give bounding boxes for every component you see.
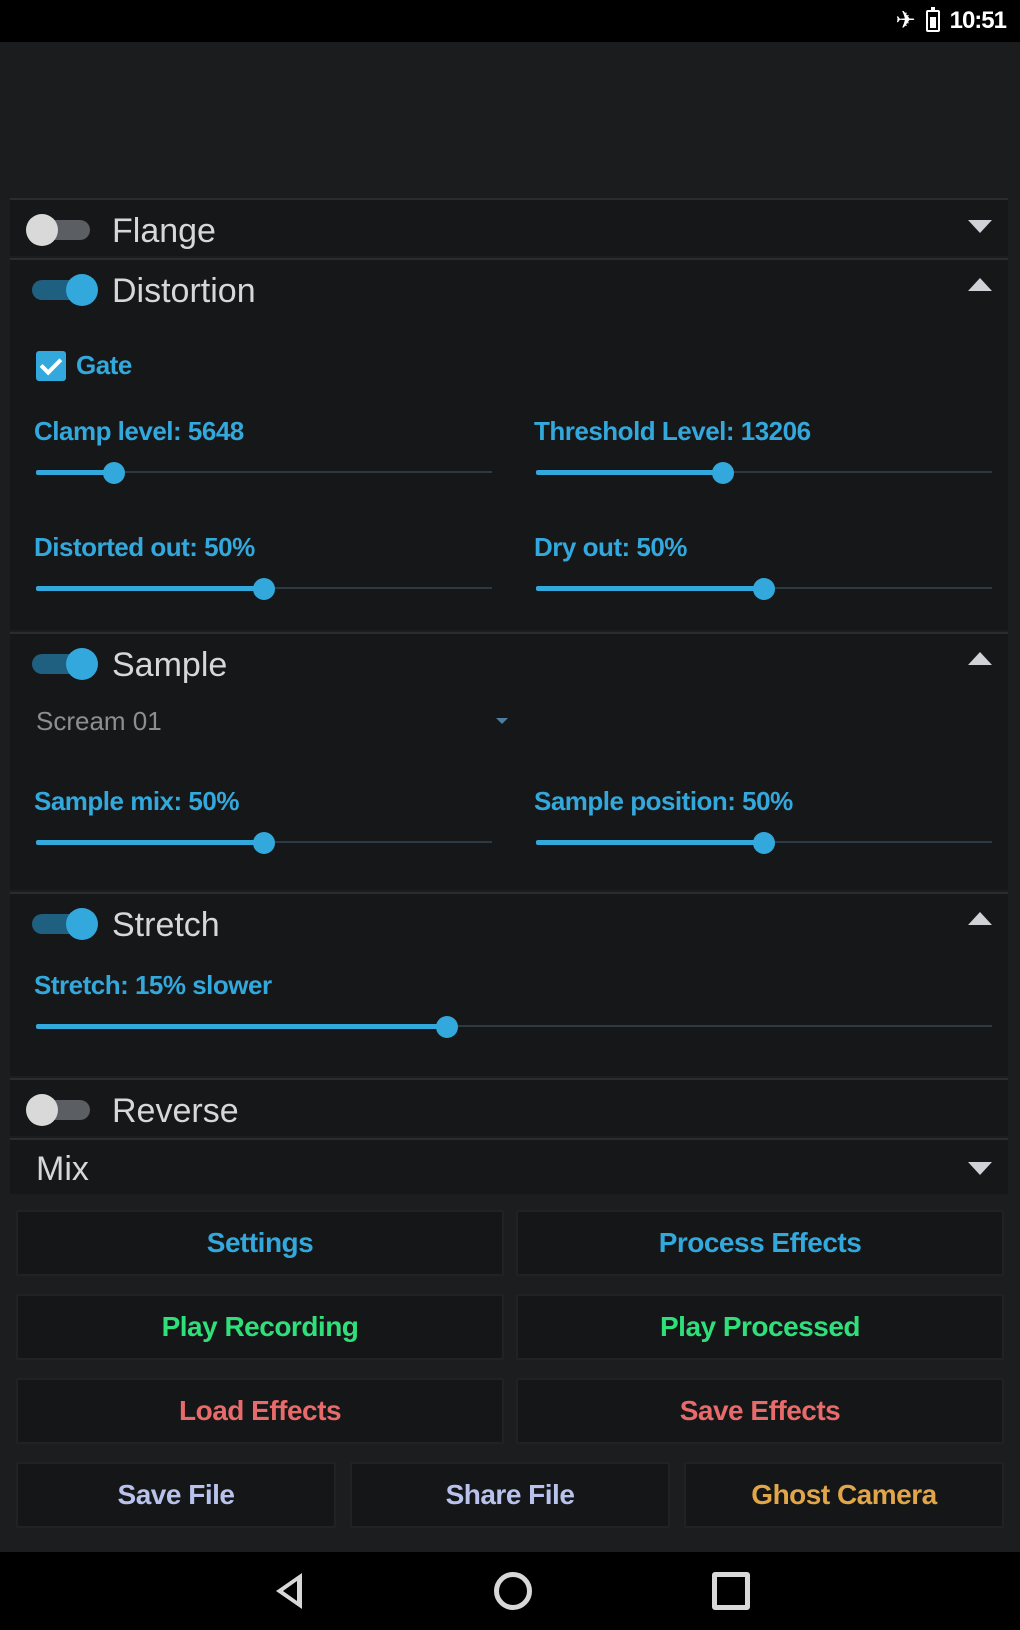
top-area (0, 42, 1020, 200)
save-file-button[interactable]: Save File (16, 1462, 336, 1528)
play-recording-button[interactable]: Play Recording (16, 1294, 504, 1360)
mix-dropdown[interactable]: Mix (10, 1138, 1008, 1194)
clamp-level-slider[interactable] (36, 462, 492, 484)
stretch-panel: Stretch Stretch: 15% slower (10, 892, 1008, 1076)
chevron-up-icon[interactable] (968, 278, 992, 291)
sample-toggle[interactable] (26, 648, 98, 680)
slider-knob[interactable] (711, 462, 734, 484)
status-bar: ✈ 10:51 (0, 0, 1020, 42)
flange-title: Flange (112, 212, 216, 250)
load-effects-button[interactable]: Load Effects (16, 1378, 504, 1444)
stretch-header[interactable]: Stretch (10, 894, 1008, 950)
gate-label: Gate (76, 350, 132, 380)
play-processed-button[interactable]: Play Processed (516, 1294, 1004, 1360)
dry-out-slider[interactable] (536, 578, 992, 600)
stretch-title: Stretch (112, 906, 220, 944)
reverse-title: Reverse (112, 1092, 239, 1130)
distorted-out-label: Distorted out: 50% (34, 532, 255, 562)
slider-fill (36, 1024, 448, 1029)
sample-mix-label: Sample mix: 50% (34, 786, 239, 816)
settings-button[interactable]: Settings (16, 1210, 504, 1276)
reverse-header[interactable]: Reverse (10, 1080, 1008, 1136)
ghost-camera-button[interactable]: Ghost Camera (684, 1462, 1004, 1528)
reverse-panel: Reverse (10, 1078, 1008, 1136)
slider-fill (536, 586, 764, 591)
stretch-slider[interactable] (36, 1016, 992, 1038)
sample-position-label: Sample position: 50% (534, 786, 793, 816)
threshold-level-label: Threshold Level: 13206 (534, 416, 811, 446)
share-file-button[interactable]: Share File (350, 1462, 670, 1528)
distorted-out-slider[interactable] (36, 578, 492, 600)
status-icons: ✈ 10:51 (896, 6, 1007, 35)
chevron-down-icon[interactable] (968, 1162, 992, 1175)
slider-knob[interactable] (436, 1016, 459, 1038)
flange-toggle[interactable] (26, 214, 98, 246)
slider-knob[interactable] (753, 578, 775, 600)
recent-apps-icon[interactable] (712, 1572, 750, 1610)
save-effects-button[interactable]: Save Effects (516, 1378, 1004, 1444)
slider-fill (536, 840, 764, 845)
chevron-down-icon[interactable] (968, 220, 992, 233)
slider-fill (536, 470, 723, 475)
clamp-level-label: Clamp level: 5648 (34, 416, 244, 446)
slider-knob[interactable] (253, 578, 275, 600)
flange-header[interactable]: Flange (10, 200, 1008, 256)
slider-knob[interactable] (253, 832, 275, 854)
chevron-up-icon[interactable] (968, 912, 992, 925)
airplane-mode-icon: ✈ (895, 7, 916, 34)
slider-knob[interactable] (753, 832, 775, 854)
distortion-title: Distortion (112, 272, 256, 310)
gate-checkbox-row[interactable]: Gate (36, 350, 132, 381)
back-icon[interactable] (276, 1573, 302, 1609)
stretch-toggle[interactable] (26, 908, 98, 940)
flange-panel: Flange (10, 198, 1008, 256)
threshold-level-slider[interactable] (536, 462, 992, 484)
process-effects-button[interactable]: Process Effects (516, 1210, 1004, 1276)
slider-fill (36, 470, 114, 475)
reverse-toggle[interactable] (26, 1094, 98, 1126)
slider-knob[interactable] (102, 462, 125, 484)
home-icon[interactable] (494, 1572, 532, 1610)
clock: 10:51 (949, 6, 1007, 34)
slider-fill (36, 840, 264, 845)
battery-icon (925, 6, 940, 32)
sample-title: Sample (112, 646, 228, 684)
dropdown-arrow-icon[interactable] (496, 718, 508, 724)
distortion-header[interactable]: Distortion (10, 260, 1008, 316)
slider-fill (36, 586, 264, 591)
sample-panel: Sample Scream 01 Sample mix: 50% Sample … (10, 632, 1008, 890)
sample-dropdown-value[interactable]: Scream 01 (36, 706, 162, 737)
distortion-toggle[interactable] (26, 274, 98, 306)
chevron-up-icon[interactable] (968, 652, 992, 665)
distortion-panel: Distortion Gate Clamp level: 5648 Thresh… (10, 258, 1008, 630)
gate-checkbox[interactable] (36, 350, 66, 381)
sample-header[interactable]: Sample (10, 634, 1008, 690)
mix-label: Mix (36, 1150, 89, 1188)
navigation-bar (0, 1552, 1020, 1630)
sample-mix-slider[interactable] (36, 832, 492, 854)
sample-position-slider[interactable] (536, 832, 992, 854)
dry-out-label: Dry out: 50% (534, 532, 687, 562)
stretch-label: Stretch: 15% slower (34, 970, 272, 1000)
